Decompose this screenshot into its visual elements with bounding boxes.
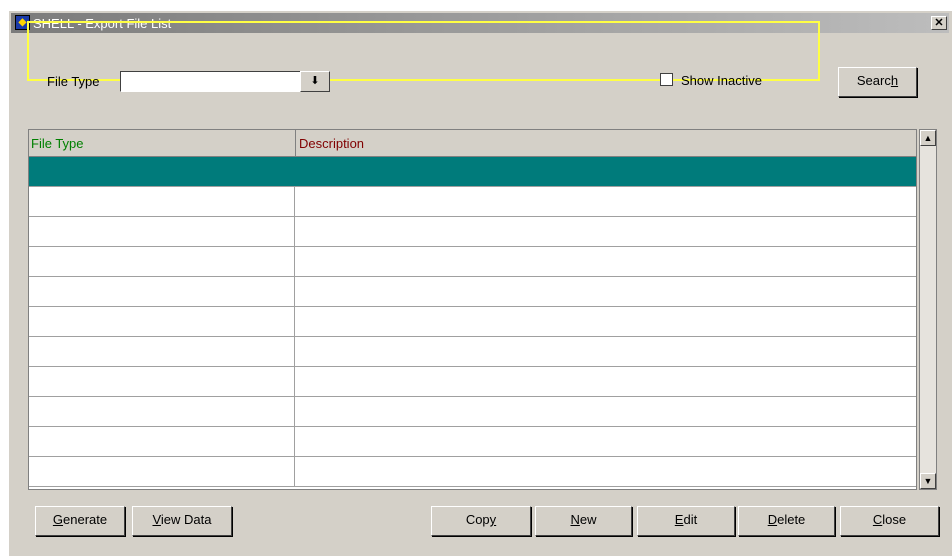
grid-header: File Type Description — [29, 130, 916, 157]
edit-button-text: dit — [683, 512, 698, 527]
copy-button-text: Cop — [465, 512, 490, 527]
window-close-button[interactable]: ✕ — [931, 16, 947, 30]
copy-button[interactable]: Copy — [431, 506, 531, 536]
view-data-button[interactable]: View Data — [132, 506, 232, 536]
table-row[interactable] — [29, 337, 916, 367]
scroll-down-icon[interactable]: ▼ — [920, 473, 936, 489]
close-button-text: lose — [882, 512, 907, 527]
file-type-label: File Type — [47, 74, 100, 89]
cell-file-type[interactable] — [29, 277, 295, 306]
search-button-text: Searc — [856, 73, 891, 88]
new-button[interactable]: New — [535, 506, 632, 536]
table-row[interactable] — [29, 277, 916, 307]
cell-file-type[interactable] — [29, 307, 295, 336]
copy-button-accel: y — [489, 512, 497, 527]
cell-file-type[interactable] — [29, 157, 295, 186]
table-row[interactable] — [29, 457, 916, 487]
file-type-combobox[interactable]: ⬇ — [120, 71, 332, 92]
search-button[interactable]: Search — [838, 67, 917, 97]
cell-description[interactable] — [297, 337, 916, 366]
view-data-button-accel: V — [152, 512, 161, 527]
scroll-up-icon[interactable]: ▲ — [920, 130, 936, 146]
cell-file-type[interactable] — [29, 457, 295, 486]
dropdown-arrow-icon[interactable]: ⬇ — [300, 71, 330, 92]
cell-file-type[interactable] — [29, 397, 295, 426]
close-button[interactable]: Close — [840, 506, 939, 536]
column-divider[interactable] — [295, 130, 296, 157]
cell-description[interactable] — [297, 277, 916, 306]
table-row[interactable] — [29, 247, 916, 277]
table-row[interactable] — [29, 307, 916, 337]
table-row[interactable] — [29, 397, 916, 427]
show-inactive-checkbox[interactable] — [660, 73, 673, 86]
column-header-file-type[interactable]: File Type — [31, 136, 84, 151]
cell-description[interactable] — [297, 457, 916, 486]
cell-file-type[interactable] — [29, 337, 295, 366]
delete-button-text: elete — [777, 512, 806, 527]
table-row[interactable] — [29, 367, 916, 397]
search-button-accel: h — [890, 73, 899, 88]
cell-file-type[interactable] — [29, 367, 295, 396]
table-row[interactable] — [29, 217, 916, 247]
column-header-description[interactable]: Description — [299, 136, 364, 151]
cell-description[interactable] — [297, 307, 916, 336]
file-type-input[interactable] — [120, 71, 304, 92]
grid-scrollbar[interactable]: ▲ ▼ — [919, 129, 937, 490]
close-button-accel: C — [872, 512, 883, 527]
cell-description[interactable] — [297, 427, 916, 456]
table-row[interactable] — [29, 427, 916, 457]
view-data-button-text: iew Data — [160, 512, 212, 527]
delete-button[interactable]: Delete — [738, 506, 835, 536]
table-row[interactable] — [29, 187, 916, 217]
new-button-text: ew — [579, 512, 597, 527]
file-list-grid: File Type Description — [28, 129, 917, 490]
cell-description[interactable] — [297, 187, 916, 216]
cell-file-type[interactable] — [29, 247, 295, 276]
edit-button[interactable]: Edit — [637, 506, 735, 536]
table-row[interactable] — [29, 157, 916, 187]
cell-description[interactable] — [297, 247, 916, 276]
cell-file-type[interactable] — [29, 427, 295, 456]
cell-file-type[interactable] — [29, 217, 295, 246]
generate-button[interactable]: Generate — [35, 506, 125, 536]
cell-description[interactable] — [297, 367, 916, 396]
delete-button-accel: D — [767, 512, 778, 527]
generate-button-accel: G — [52, 512, 64, 527]
show-inactive-label[interactable]: Show Inactive — [681, 73, 762, 88]
cell-file-type[interactable] — [29, 187, 295, 216]
cell-description[interactable] — [297, 157, 916, 186]
cell-description[interactable] — [297, 397, 916, 426]
new-button-accel: N — [570, 512, 580, 527]
cell-description[interactable] — [297, 217, 916, 246]
generate-button-text: enerate — [63, 512, 108, 527]
